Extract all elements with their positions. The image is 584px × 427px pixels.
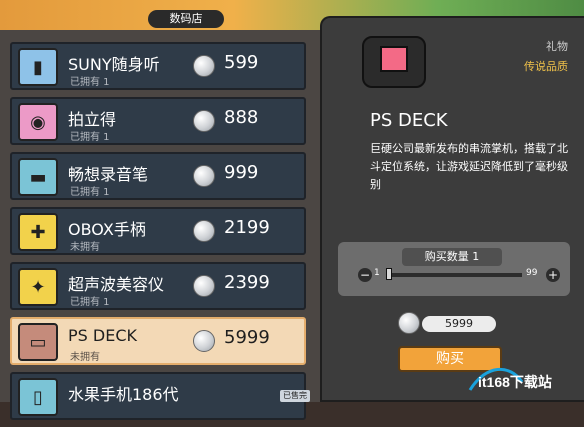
phone-icon: ▯ [18, 378, 58, 416]
item-category: 礼物 [546, 40, 568, 53]
coin-icon [193, 165, 215, 187]
quantity-max: 99 [526, 268, 538, 278]
item-price: 5999 [224, 327, 270, 348]
coin-icon [398, 312, 420, 334]
item-owned: 未拥有 [70, 352, 100, 363]
item-owned: 已拥有 1 [70, 77, 110, 88]
watermark-logo: it168下载站 [468, 360, 582, 398]
item-title: PS DECK [370, 110, 448, 131]
sold-out-badge: 已售完 [280, 390, 310, 402]
item-name: SUNY随身听 [68, 55, 160, 74]
recorder-pen-icon: ▬ [18, 158, 58, 196]
list-item[interactable]: ◉ 拍立得 已拥有 1 888 [10, 97, 306, 145]
gamepad-icon: ✚ [18, 213, 58, 251]
walkman-icon: ▮ [18, 48, 58, 86]
item-price: 888 [224, 107, 259, 128]
item-name: PS DECK [68, 326, 137, 345]
list-item[interactable]: ✚ OBOX手柄 未拥有 2199 [10, 207, 306, 255]
item-name: 拍立得 [68, 110, 117, 129]
minus-button[interactable]: − [358, 268, 372, 282]
list-item[interactable]: ▮ SUNY随身听 已拥有 1 599 [10, 42, 306, 90]
list-item[interactable]: ▯ 水果手机186代 [10, 372, 306, 420]
coin-icon [193, 275, 215, 297]
item-owned: 已拥有 1 [70, 187, 110, 198]
item-owned: 未拥有 [70, 242, 100, 253]
quantity-selector: 购买数量 1 − 1 99 + [338, 242, 570, 296]
item-list: ▮ SUNY随身听 已拥有 1 599 ◉ 拍立得 已拥有 1 888 ▬ 畅想… [10, 42, 306, 427]
handheld-console-icon: ▭ [18, 323, 58, 361]
total-price: 5999 [422, 316, 496, 332]
quantity-slider-thumb[interactable] [386, 268, 392, 280]
item-detail-panel: 礼物 传说品质 PS DECK 巨硬公司最新发布的串流掌机，搭载了北斗定位系统，… [320, 16, 584, 402]
item-price: 599 [224, 52, 259, 73]
svg-text:it168下载站: it168下载站 [478, 374, 552, 390]
quantity-slider[interactable] [386, 273, 522, 277]
item-owned: 已拥有 1 [70, 297, 110, 308]
coin-icon [193, 55, 215, 77]
list-item-selected[interactable]: ▭ PS DECK 未拥有 5999 [10, 317, 306, 365]
item-price: 2199 [224, 217, 270, 238]
item-name: 水果手机186代 [68, 385, 179, 404]
beauty-device-icon: ✦ [18, 268, 58, 306]
item-price: 2399 [224, 272, 270, 293]
item-price: 999 [224, 162, 259, 183]
handheld-console-icon [362, 36, 426, 88]
item-description: 巨硬公司最新发布的串流掌机，搭载了北斗定位系统，让游戏延迟降低到了毫秒级别 [370, 142, 568, 191]
item-name: OBOX手柄 [68, 220, 146, 239]
coin-icon [193, 110, 215, 132]
shop-title: 数码店 [148, 10, 224, 28]
instant-camera-icon: ◉ [18, 103, 58, 141]
coin-icon [193, 220, 215, 242]
quantity-label: 购买数量 1 [402, 248, 502, 266]
item-rarity: 传说品质 [524, 60, 568, 73]
list-item[interactable]: ▬ 畅想录音笔 已拥有 1 999 [10, 152, 306, 200]
console-screen [380, 46, 408, 72]
item-name: 超声波美容仪 [68, 275, 165, 294]
quantity-min: 1 [374, 268, 380, 278]
item-owned: 已拥有 1 [70, 132, 110, 143]
coin-icon [193, 330, 215, 352]
plus-button[interactable]: + [546, 268, 560, 282]
list-item[interactable]: ✦ 超声波美容仪 已拥有 1 2399 [10, 262, 306, 310]
item-name: 畅想录音笔 [68, 165, 149, 184]
